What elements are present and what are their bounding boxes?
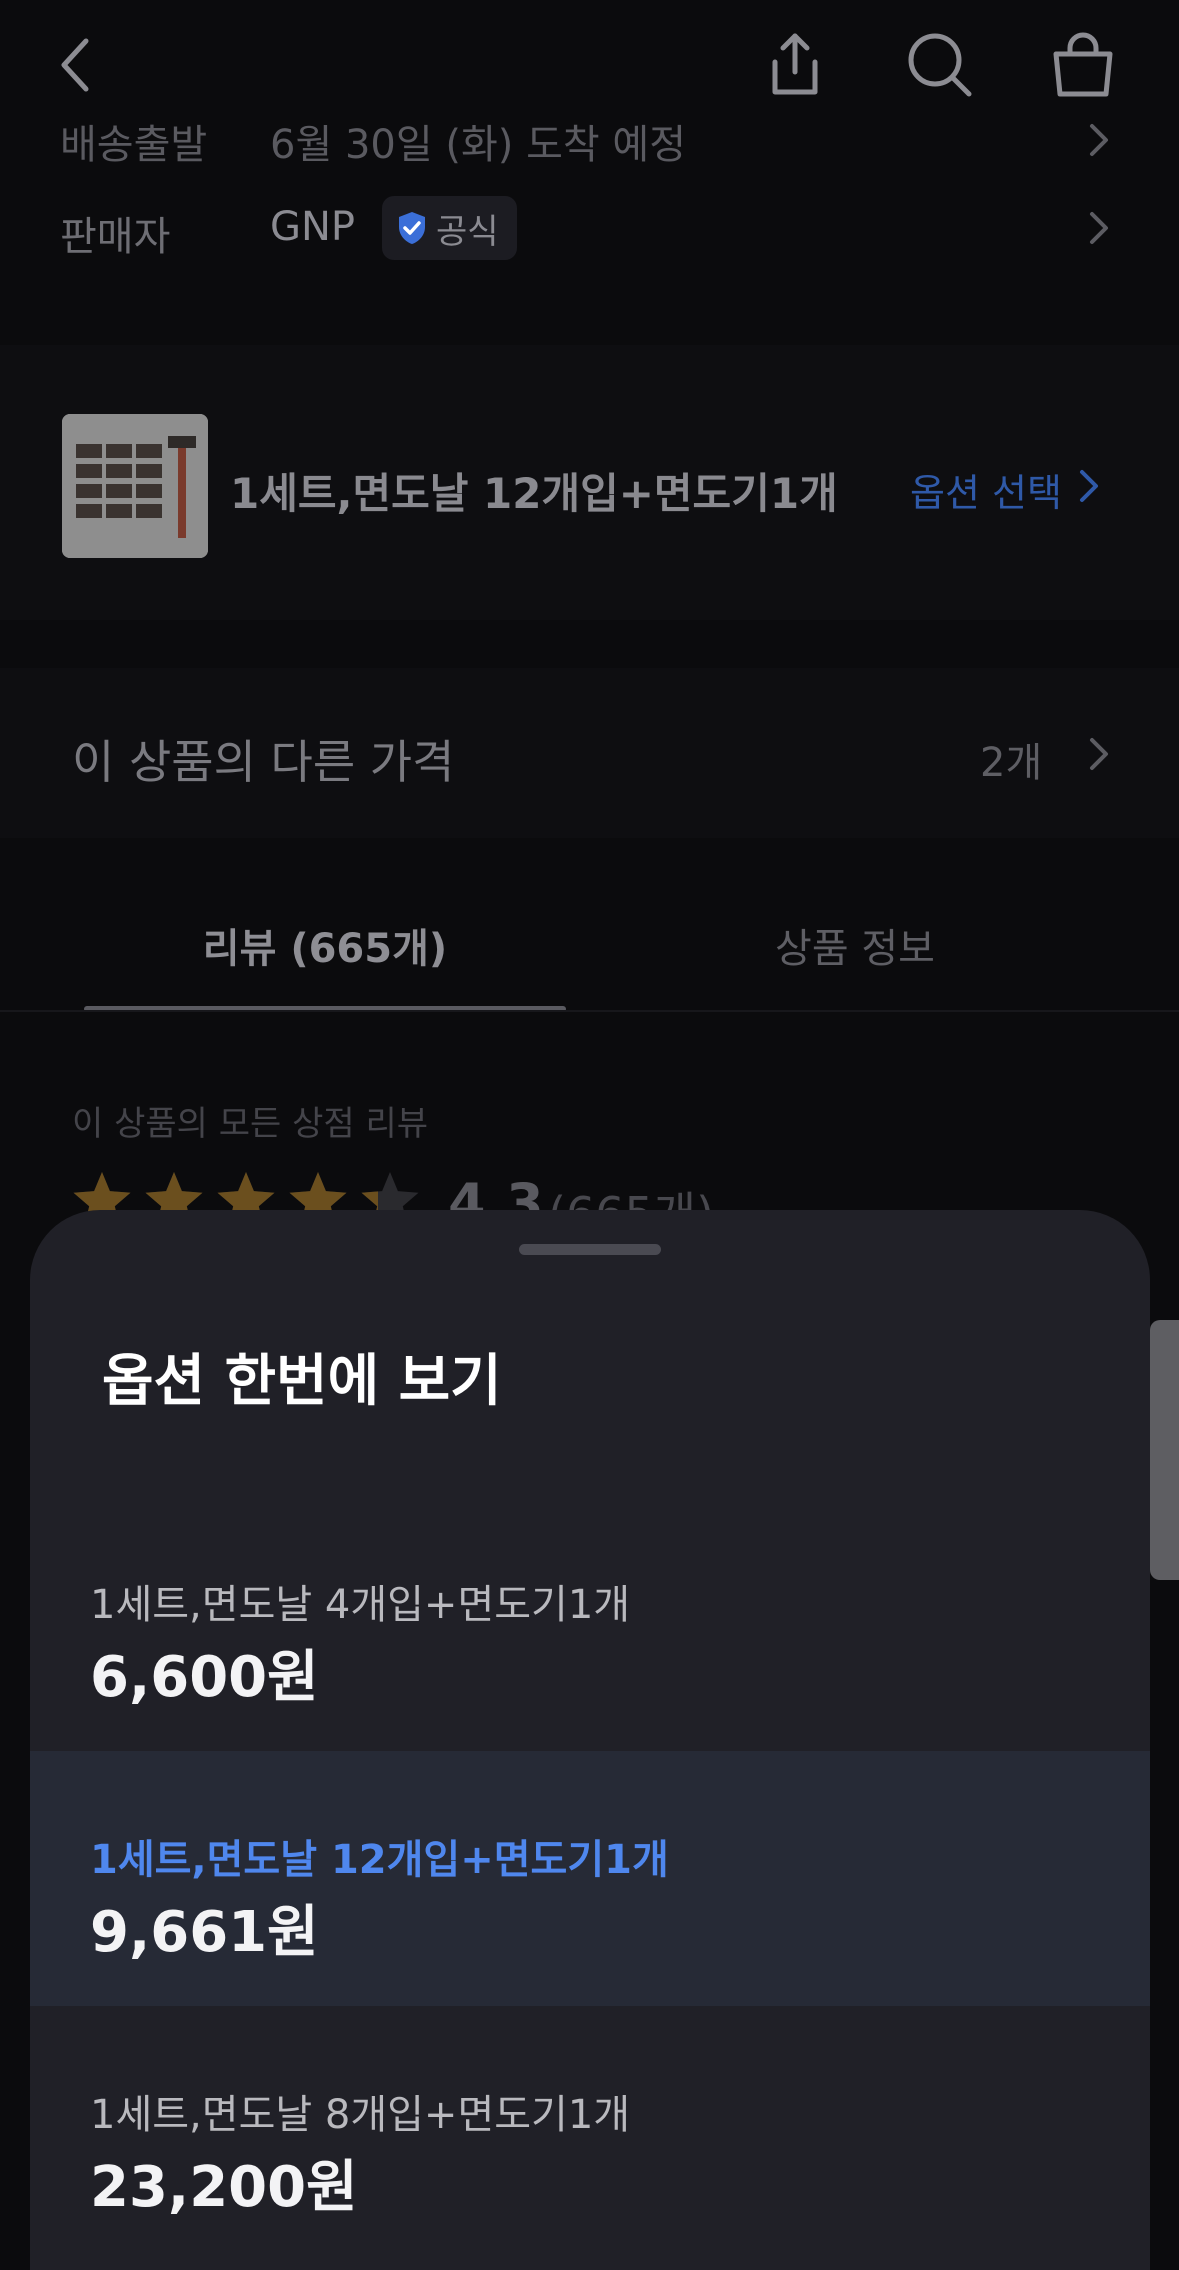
seller-name: GNP	[270, 204, 356, 250]
divider	[0, 1010, 1179, 1012]
other-prices-count: 2개	[980, 740, 1043, 786]
shopping-bag-icon	[1053, 32, 1113, 97]
search-icon	[908, 33, 972, 97]
official-badge-label: 공식	[436, 211, 499, 252]
tab-product-info[interactable]: 상품 정보	[620, 880, 1090, 1010]
option-price: 9,661원	[90, 1900, 319, 1965]
product-thumbnail	[62, 414, 208, 558]
option-name: 1세트,면도날 4개입+면도기1개	[90, 1582, 631, 1628]
sheet-title: 옵션 한번에 보기	[102, 1349, 502, 1414]
product-page: 배송출발 6월 30일 (화) 도착 예정 판매자 GNP 공식 1세트,면도날…	[0, 0, 1179, 2270]
options-bottom-sheet: 옵션 한번에 보기 1세트,면도날 4개입+면도기1개 6,600원 1세트,면…	[30, 1210, 1150, 2270]
other-prices-label: 이 상품의 다른 가격	[72, 735, 455, 789]
shield-check-icon	[399, 212, 425, 244]
option-item[interactable]: 1세트,면도날 4개입+면도기1개 6,600원	[30, 1496, 1150, 1751]
option-item[interactable]: 1세트,면도날 8개입+면도기1개 23,200원	[30, 2006, 1150, 2261]
option-name: 1세트,면도날 12개입+면도기1개	[90, 1837, 669, 1883]
option-item-selected[interactable]: 1세트,면도날 12개입+면도기1개 9,661원	[30, 1751, 1150, 2006]
cart-button[interactable]	[1038, 20, 1128, 110]
official-badge: 공식	[382, 196, 517, 260]
tab-reviews[interactable]: 리뷰 (665개)	[84, 880, 566, 1010]
seller-label: 판매자	[60, 214, 171, 260]
select-option-button[interactable]: 옵션 선택	[910, 462, 1062, 517]
search-button[interactable]	[895, 20, 985, 110]
option-price: 23,200원	[90, 2155, 358, 2220]
chevron-left-icon	[61, 38, 89, 92]
tab-bar: 리뷰 (665개) 상품 정보	[0, 880, 1179, 1010]
review-caption: 이 상품의 모든 상점 리뷰	[72, 1104, 429, 1144]
back-button[interactable]	[30, 20, 120, 110]
share-button[interactable]	[750, 20, 840, 110]
chevron-right-icon	[1076, 468, 1100, 508]
sheet-grabber[interactable]	[519, 1244, 661, 1255]
top-nav	[0, 0, 1179, 130]
option-price: 6,600원	[90, 1645, 319, 1710]
option-name: 1세트,면도날 8개입+면도기1개	[90, 2092, 631, 2138]
chevron-right-icon	[1086, 736, 1110, 776]
chevron-right-icon	[1086, 210, 1110, 250]
side-image-edge	[1150, 1320, 1179, 1580]
selected-option-name: 1세트,면도날 12개입+면도기1개	[230, 469, 838, 518]
share-icon	[772, 33, 818, 95]
